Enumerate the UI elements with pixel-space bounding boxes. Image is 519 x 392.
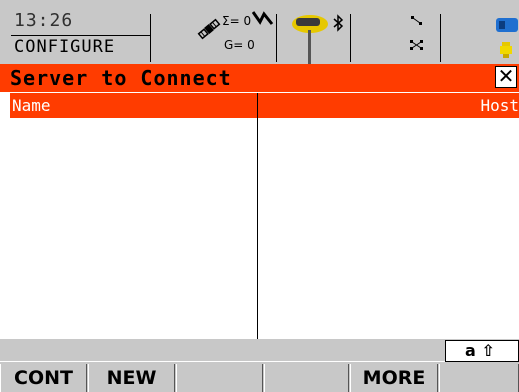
softkey-f6[interactable]: [439, 364, 519, 392]
close-button[interactable]: ✕: [495, 66, 517, 88]
link-icon: [252, 11, 274, 25]
close-icon: ✕: [497, 64, 515, 88]
input-mode-label: a ⇧: [465, 341, 495, 360]
new-button[interactable]: NEW: [88, 364, 175, 392]
status-separator: [350, 14, 351, 62]
page-title: Server to Connect: [10, 66, 232, 90]
sigma-count: Σ= 0: [222, 14, 252, 28]
g-count: G= 0: [224, 38, 255, 52]
mode-label: CONFIGURE: [14, 37, 116, 57]
network-icon: [410, 16, 423, 50]
status-separator: [440, 14, 441, 62]
server-table-body[interactable]: [10, 118, 519, 339]
input-status-bar: [0, 339, 519, 361]
gps-antenna-icon: [292, 15, 328, 64]
more-button[interactable]: MORE: [350, 364, 438, 392]
status-separator: [276, 14, 277, 62]
clock: 13:26: [14, 10, 74, 31]
status-separator: [150, 14, 151, 62]
column-header-name[interactable]: Name: [12, 96, 51, 115]
column-header-host[interactable]: Host: [480, 96, 519, 115]
column-divider: [257, 93, 258, 339]
bluetooth-icon: [333, 14, 344, 32]
softkey-f4[interactable]: [264, 364, 349, 392]
cont-button[interactable]: CONT: [0, 364, 87, 392]
softkey-f3[interactable]: [176, 364, 263, 392]
battery-icon: [496, 18, 518, 58]
clock-divider: [11, 35, 150, 36]
table-header: [10, 93, 519, 118]
satellite-icon: [197, 18, 221, 40]
